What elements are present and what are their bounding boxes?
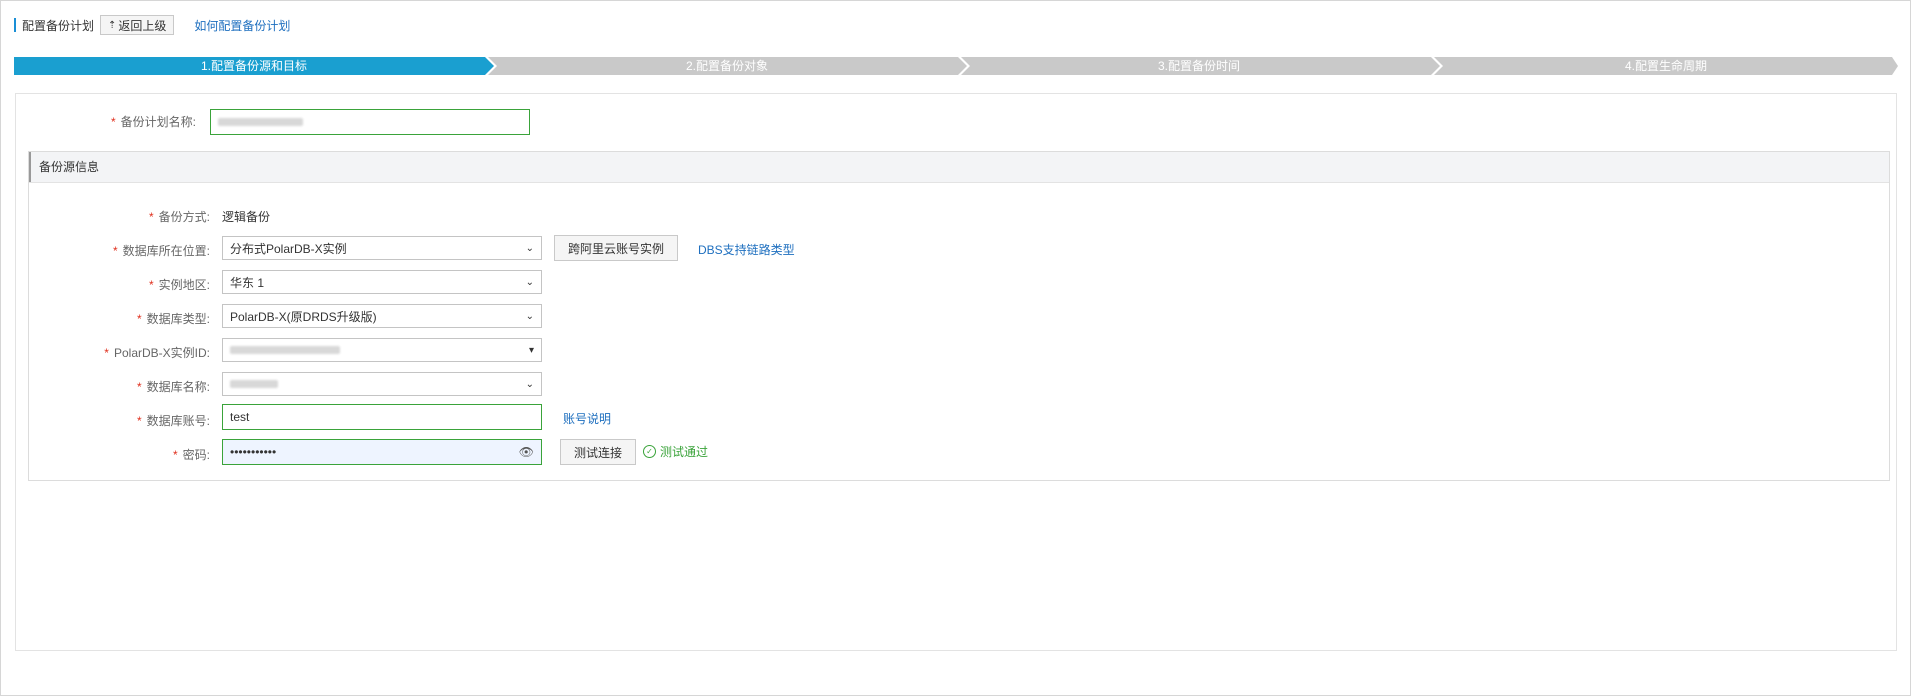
dbs-link-types-link[interactable]: DBS支持链路类型 [698,241,795,258]
account-input[interactable]: test [222,404,542,430]
upload-arrow-icon: ⇡ [108,19,117,31]
check-circle-icon: ✓ [643,445,656,458]
blurred-value [230,380,278,388]
plan-name-label: * 备份计划名称: [110,115,196,129]
chevron-down-icon: ⌄ [525,378,534,390]
title-accent-bar [14,18,16,32]
section-accent-bar [29,152,31,182]
db-location-select[interactable]: 分布式PolarDB-X实例 ⌄ [222,236,542,260]
caret-down-icon: ▾ [528,344,534,356]
db-location-label: * 数据库所在位置: [112,244,210,258]
blurred-value [218,118,303,126]
eye-slash-icon[interactable]: 👁 [519,445,534,459]
step-2-label: 2.配置备份对象 [685,59,768,73]
section-title: 备份源信息 [39,160,100,174]
account-help-link[interactable]: 账号说明 [563,410,611,427]
account-label: * 数据库账号: [136,414,210,428]
db-name-select[interactable]: ⌄ [222,372,542,396]
db-type-label: * 数据库类型: [136,312,210,326]
page-title: 配置备份计划 [22,18,95,33]
instance-id-label: * PolarDB-X实例ID: [104,346,210,360]
step-3-label: 3.配置备份时间 [1157,59,1240,73]
back-button[interactable]: ⇡ 返回上级 [100,15,175,35]
back-button-label: 返回上级 [118,18,167,33]
test-result: ✓ 测试通过 [643,443,708,460]
backup-method-label: * 备份方式: [148,210,210,224]
region-label: * 实例地区: [148,278,210,292]
backup-method-value: 逻辑备份 [222,210,271,224]
instance-id-select[interactable]: ▾ [222,338,542,362]
chevron-down-icon: ⌄ [525,242,534,254]
cross-account-button[interactable]: 跨阿里云账号实例 [554,235,678,261]
step-1-label: 1.配置备份源和目标 [200,59,307,73]
help-link[interactable]: 如何配置备份计划 [194,17,290,34]
required-mark: * [110,115,116,129]
password-input[interactable]: ••••••••••• 👁 [222,439,542,465]
plan-name-input[interactable] [210,109,530,135]
db-name-label: * 数据库名称: [136,380,210,394]
chevron-down-icon: ⌄ [525,276,534,288]
chevron-down-icon: ⌄ [525,310,534,322]
password-label: * 密码: [172,448,210,462]
step-4-label: 4.配置生命周期 [1624,59,1707,73]
blurred-value [230,346,340,354]
test-connection-button[interactable]: 测试连接 [560,439,636,465]
section-header: 备份源信息 [29,152,1889,183]
step-progress: 1.配置备份源和目标 2.配置备份对象 3.配置备份时间 4.配置生命周期 [14,57,1898,75]
db-type-select[interactable]: PolarDB-X(原DRDS升级版) ⌄ [222,304,542,328]
page-header: 配置备份计划 ⇡ 返回上级 如何配置备份计划 [14,14,290,36]
region-select[interactable]: 华东 1 ⌄ [222,270,542,294]
